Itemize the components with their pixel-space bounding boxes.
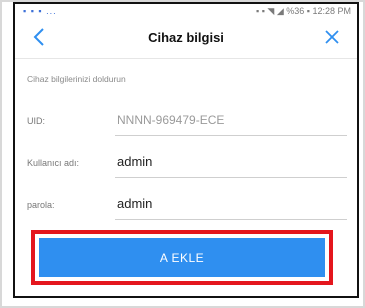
highlight-box: A EKLE: [31, 230, 333, 285]
status-info: ▪ ▪ ◥ ◢ %36 ▪ 12:28 PM: [256, 6, 351, 16]
uid-value[interactable]: NNNN-969479-ECE: [117, 113, 224, 127]
uid-label: UID:: [27, 116, 45, 126]
screenshot-frame: ▪ ▪ ▪ ... ▪ ▪ ◥ ◢ %36 ▪ 12:28 PM Cihaz b…: [0, 0, 365, 308]
username-underline: [115, 177, 347, 178]
password-underline: [115, 219, 347, 220]
password-label: parola:: [27, 200, 55, 210]
add-button[interactable]: A EKLE: [39, 238, 325, 277]
password-field[interactable]: parola: admin: [27, 190, 347, 220]
phone-screen: ▪ ▪ ▪ ... ▪ ▪ ◥ ◢ %36 ▪ 12:28 PM Cihaz b…: [13, 2, 359, 298]
uid-field[interactable]: UID: NNNN-969479-ECE: [27, 106, 347, 136]
page-title: Cihaz bilgisi: [148, 30, 224, 45]
uid-underline: [115, 135, 347, 136]
close-icon[interactable]: [323, 28, 341, 46]
section-label: Cihaz bilgilerinizi doldurun: [27, 74, 126, 84]
notification-icons: ▪ ▪ ▪ ...: [23, 6, 57, 16]
username-label: Kullanıcı adı:: [27, 158, 80, 168]
nav-bar: Cihaz bilgisi: [15, 18, 357, 59]
status-bar: ▪ ▪ ▪ ... ▪ ▪ ◥ ◢ %36 ▪ 12:28 PM: [15, 4, 357, 18]
password-value[interactable]: admin: [117, 196, 152, 211]
username-field[interactable]: Kullanıcı adı: admin: [27, 148, 347, 178]
username-value[interactable]: admin: [117, 154, 152, 169]
